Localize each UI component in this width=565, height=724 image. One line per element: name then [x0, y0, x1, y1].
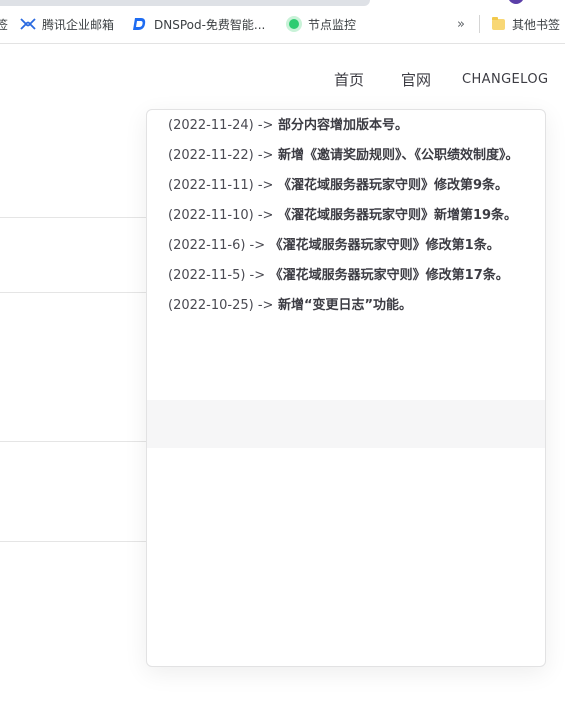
entry-date: (2022-11-5) -> — [168, 268, 266, 283]
entry-text: 《濯花域服务器玩家守则》修改第9条。 — [277, 178, 508, 193]
dnspod-icon — [132, 16, 148, 32]
bookmarks-bar: 签 腾讯企业邮箱 DNSPod-免费智能... 节点监控 » 其他书签 — [0, 0, 565, 44]
bookmark-tencent-exmail[interactable]: 腾讯企业邮箱 — [20, 14, 114, 34]
bookmark-label: 签 — [0, 17, 9, 32]
content-divider — [0, 541, 146, 542]
bookmarks-overflow-button[interactable]: » — [457, 14, 465, 34]
bookmark-node-monitor[interactable]: 节点监控 — [286, 14, 356, 34]
tab-strip-edge — [0, 0, 370, 6]
entry-date: (2022-10-25) -> — [168, 298, 274, 313]
entry-text: 部分内容增加版本号。 — [277, 118, 408, 133]
profile-avatar[interactable] — [508, 0, 524, 4]
bookmark-other-folder[interactable]: 其他书签 — [490, 14, 560, 34]
changelog-entry: (2022-11-5) -> 《濯花域服务器玩家守则》修改第17条。 — [168, 266, 525, 286]
entry-date: (2022-11-10) -> — [168, 208, 274, 223]
entry-date: (2022-11-24) -> — [168, 118, 274, 133]
bookmark-label: 其他书签 — [512, 17, 561, 32]
content-divider — [0, 217, 146, 218]
content-divider — [0, 441, 146, 442]
tencent-exmail-icon — [20, 16, 36, 32]
bookmark-label: 节点监控 — [308, 17, 357, 32]
changelog-entry: (2022-10-25) -> 新增“变更日志”功能。 — [168, 296, 525, 316]
entry-date: (2022-11-6) -> — [168, 238, 266, 253]
changelog-entry: (2022-11-24) -> 部分内容增加版本号。 — [168, 116, 525, 136]
entry-text: 《濯花域服务器玩家守则》新增第19条。 — [277, 208, 518, 223]
entry-date: (2022-11-11) -> — [168, 178, 274, 193]
changelog-entry: (2022-11-10) -> 《濯花域服务器玩家守则》新增第19条。 — [168, 206, 525, 226]
bookmark-label: 腾讯企业邮箱 — [42, 17, 115, 32]
folder-icon — [490, 16, 506, 32]
nav-home-link[interactable]: 首页 — [334, 66, 364, 92]
entry-text: 《濯花域服务器玩家守则》修改第17条。 — [269, 268, 509, 283]
bookmark-label: DNSPod-免费智能... — [154, 17, 266, 32]
nav-changelog-link[interactable]: CHANGELOG — [462, 66, 548, 92]
changelog-dropdown: (2022-11-24) -> 部分内容增加版本号。 (2022-11-22) … — [146, 109, 546, 667]
changelog-entry: (2022-11-6) -> 《濯花域服务器玩家守则》修改第1条。 — [168, 236, 525, 256]
bookmarks-separator — [479, 15, 480, 33]
entry-text: 新增《邀请奖励规则》、《公职绩效制度》。 — [277, 148, 519, 163]
content-divider — [0, 292, 146, 293]
entry-text: 新增“变更日志”功能。 — [277, 298, 413, 313]
entry-text: 《濯花域服务器玩家守则》修改第1条。 — [269, 238, 500, 253]
changelog-footer — [147, 400, 545, 448]
changelog-entry: (2022-11-22) -> 新增《邀请奖励规则》、《公职绩效制度》。 — [168, 146, 525, 166]
bookmark-dnspod[interactable]: DNSPod-免费智能... — [132, 14, 265, 34]
green-dot-icon — [286, 16, 302, 32]
nav-official-site-link[interactable]: 官网 — [401, 66, 431, 92]
bookmark-truncated[interactable]: 签 — [0, 14, 8, 34]
changelog-list: (2022-11-24) -> 部分内容增加版本号。 (2022-11-22) … — [147, 110, 545, 316]
entry-date: (2022-11-22) -> — [168, 148, 274, 163]
changelog-entry: (2022-11-11) -> 《濯花域服务器玩家守则》修改第9条。 — [168, 176, 525, 196]
